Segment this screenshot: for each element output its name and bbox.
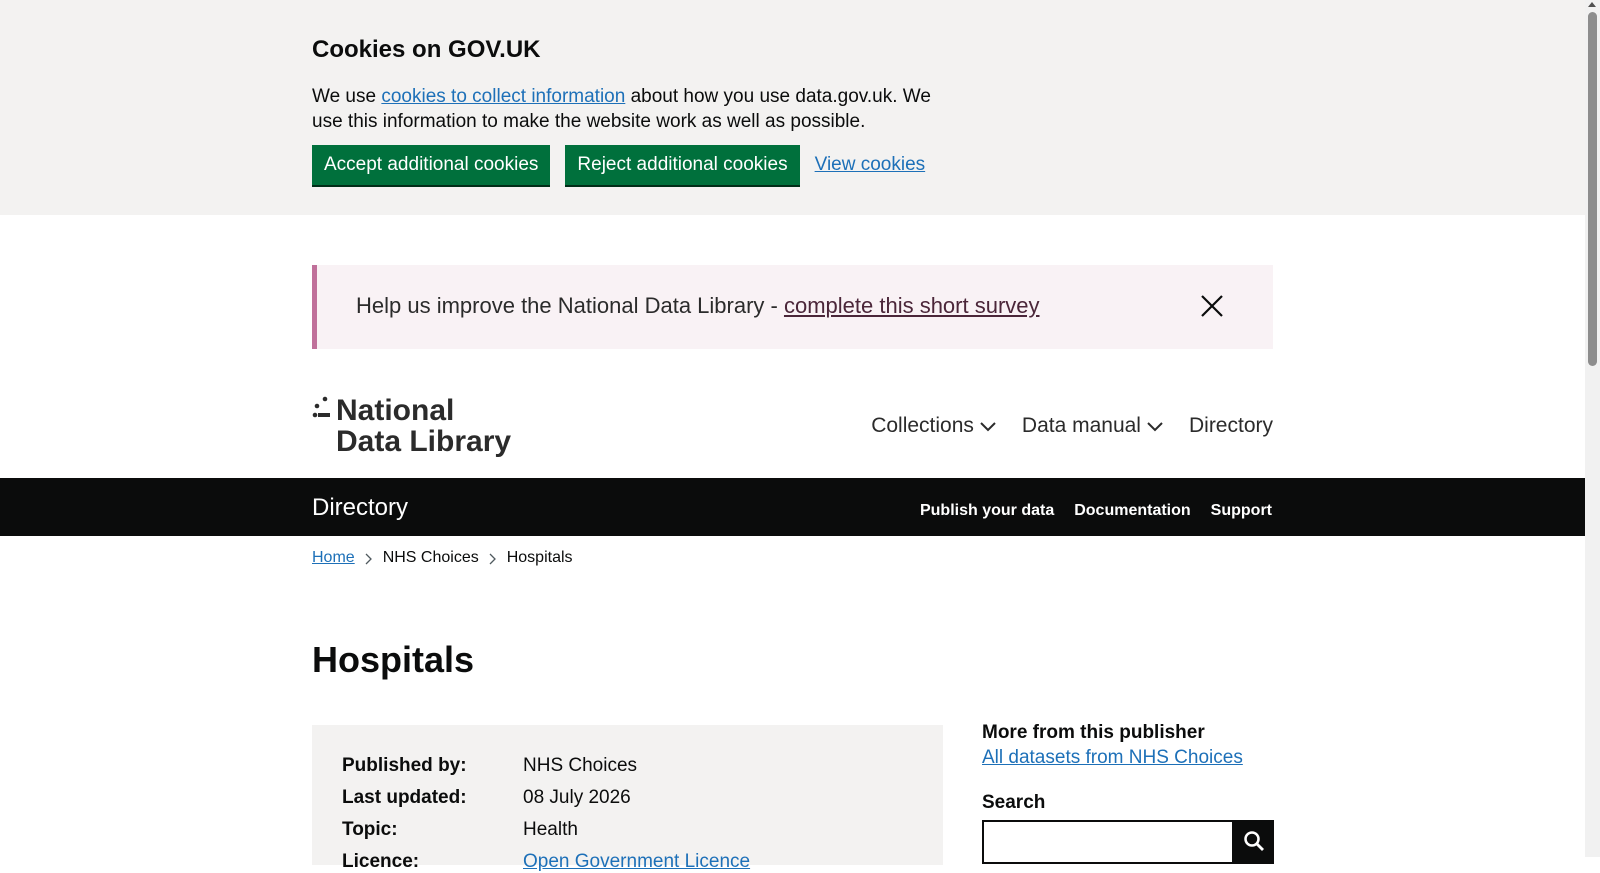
nav-collections-label: Collections <box>871 414 974 437</box>
more-from-publisher-heading: More from this publisher <box>982 722 1205 743</box>
directory-links: Publish your data Documentation Support <box>920 502 1272 520</box>
breadcrumb: Home NHS Choices Hospitals <box>312 549 573 567</box>
scroll-up-arrow-icon[interactable] <box>1588 2 1596 7</box>
meta-value: 08 July 2026 <box>523 787 631 808</box>
search-button[interactable] <box>1234 820 1274 864</box>
ndl-logo[interactable]: National Data Library <box>312 396 522 458</box>
documentation-link[interactable]: Documentation <box>1074 502 1190 520</box>
all-datasets-link[interactable]: All datasets from NHS Choices <box>982 747 1243 769</box>
nav-collections[interactable]: Collections <box>871 414 996 438</box>
cookie-actions: Accept additional cookies Reject additio… <box>312 145 925 185</box>
chevron-right-icon <box>489 552 497 565</box>
publish-data-link[interactable]: Publish your data <box>920 502 1054 520</box>
cookie-text-before: We use <box>312 86 382 107</box>
cookie-banner: Cookies on GOV.UK We use cookies to coll… <box>0 0 1585 215</box>
nav-directory[interactable]: Directory <box>1189 414 1273 438</box>
page-scrollbar[interactable] <box>1585 0 1600 857</box>
chevron-down-icon <box>1147 414 1163 438</box>
page-title: Hospitals <box>312 639 475 680</box>
reject-cookies-button[interactable]: Reject additional cookies <box>565 145 800 185</box>
accept-cookies-button[interactable]: Accept additional cookies <box>312 145 551 185</box>
nav-directory-label: Directory <box>1188 414 1273 437</box>
scrollbar-thumb[interactable] <box>1588 12 1597 366</box>
cookie-banner-text: We use cookies to collect information ab… <box>312 84 952 134</box>
survey-link[interactable]: complete this short survey <box>784 293 1040 318</box>
meta-label: Published by: <box>342 755 467 776</box>
meta-label: Last updated: <box>342 787 467 808</box>
meta-label: Licence: <box>342 851 420 872</box>
nav-data-manual-label: Data manual <box>1021 414 1141 437</box>
survey-text-lead: Help us improve the National Data Librar… <box>356 293 784 318</box>
breadcrumb-current: Hospitals <box>506 549 573 566</box>
meta-label: Topic: <box>342 819 398 840</box>
close-icon[interactable] <box>1200 294 1224 318</box>
nav-data-manual[interactable]: Data manual <box>1022 414 1163 438</box>
support-link[interactable]: Support <box>1211 502 1272 520</box>
directory-title[interactable]: Directory <box>312 494 408 522</box>
chevron-right-icon <box>365 552 373 565</box>
cookie-banner-title: Cookies on GOV.UK <box>312 36 541 63</box>
meta-value: NHS Choices <box>523 755 638 776</box>
survey-banner: Help us improve the National Data Librar… <box>312 265 1273 349</box>
main-navigation: Collections Data manual Directory <box>871 414 1273 438</box>
logo-text-line2: Data Library <box>336 425 512 458</box>
directory-header-bar: Directory Publish your data Documentatio… <box>0 478 1585 536</box>
meta-value: Health <box>523 819 578 840</box>
breadcrumb-publisher: NHS Choices <box>382 549 479 566</box>
search-icon <box>1243 830 1265 855</box>
meta-value: Open Government Licence <box>523 851 750 873</box>
search-label: Search <box>982 792 1046 813</box>
cookies-info-link[interactable]: cookies to collect information <box>381 86 625 107</box>
view-cookies-link[interactable]: View cookies <box>815 154 926 176</box>
breadcrumb-home[interactable]: Home <box>312 549 355 567</box>
dataset-metadata: Published by: NHS Choices Last updated: … <box>312 725 943 872</box>
search-input[interactable] <box>982 820 1234 864</box>
logo-text-line1: National <box>336 394 455 427</box>
logo-dots-icon <box>312 396 332 420</box>
licence-link[interactable]: Open Government Licence <box>523 851 750 872</box>
survey-text: Help us improve the National Data Librar… <box>356 293 1040 319</box>
chevron-down-icon <box>980 414 996 438</box>
